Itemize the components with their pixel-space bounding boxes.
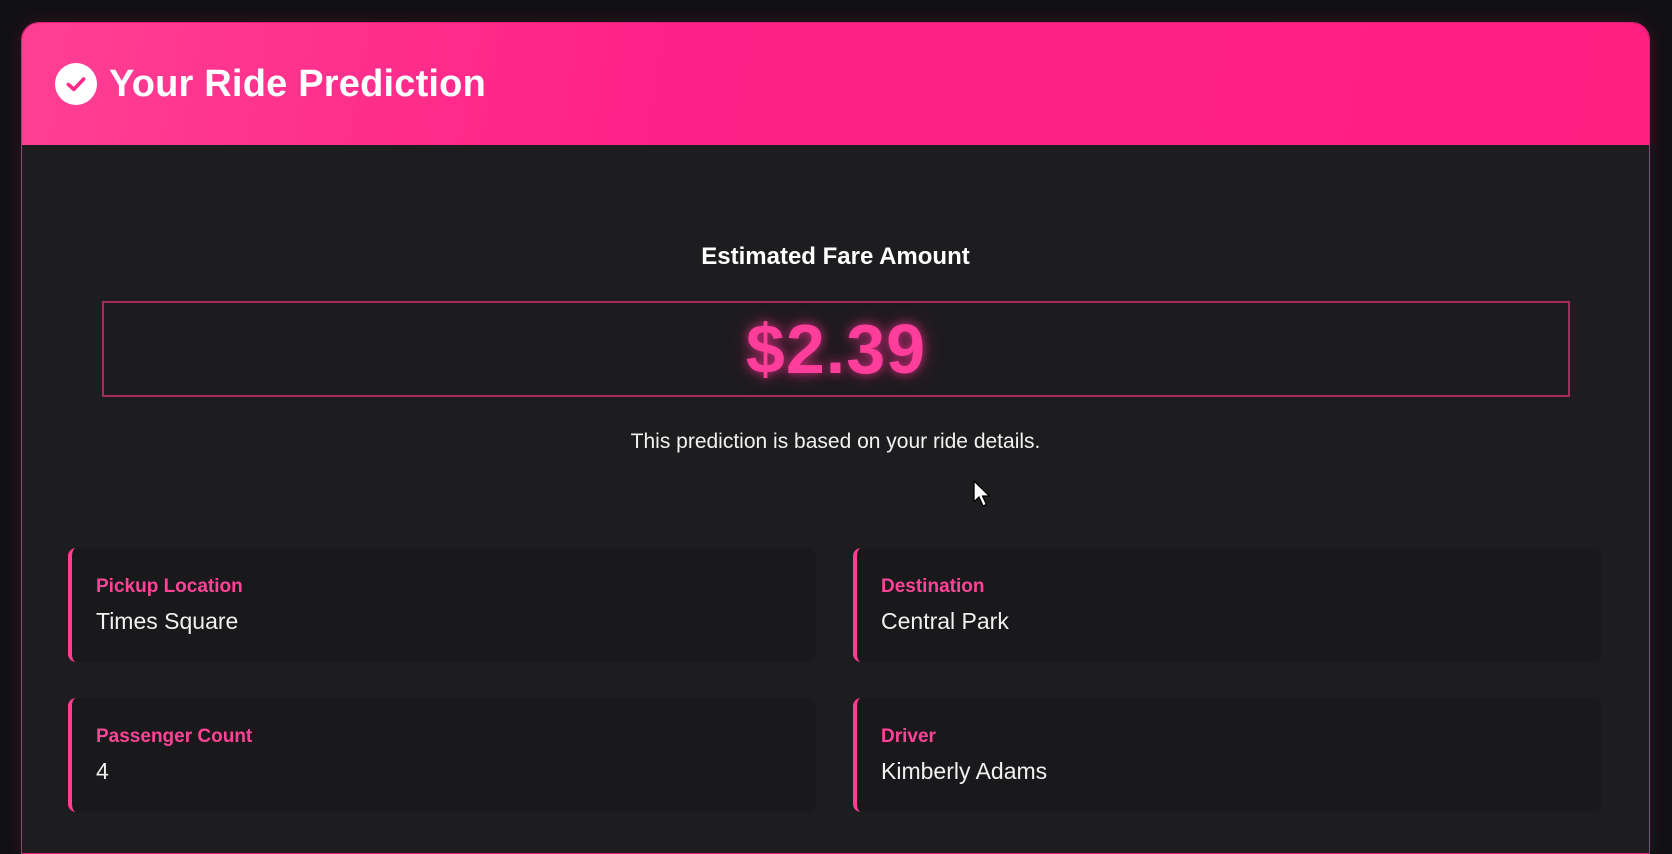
- detail-passenger-count: Passenger Count 4: [68, 698, 816, 812]
- detail-driver: Driver Kimberly Adams: [853, 698, 1601, 812]
- detail-destination: Destination Central Park: [853, 548, 1601, 662]
- page-title: Your Ride Prediction: [109, 62, 487, 105]
- detail-value: Kimberly Adams: [881, 758, 1048, 784]
- detail-pickup-location: Pickup Location Times Square: [68, 548, 816, 662]
- prediction-note: This prediction is based on your ride de…: [630, 430, 1041, 453]
- detail-label: Pickup Location: [96, 576, 243, 597]
- mouse-cursor-icon: [973, 480, 991, 507]
- ride-prediction-card: Your Ride Prediction Estimated Fare Amou…: [21, 22, 1650, 854]
- detail-label: Passenger Count: [96, 726, 253, 747]
- fare-label: Estimated Fare Amount: [701, 243, 970, 270]
- fare-amount: $2.39: [745, 310, 927, 388]
- card-header: Your Ride Prediction: [22, 23, 1649, 145]
- detail-label: Driver: [881, 726, 936, 747]
- detail-value: Times Square: [96, 608, 239, 634]
- detail-label: Destination: [881, 576, 985, 597]
- fare-amount-box: $2.39: [102, 301, 1570, 397]
- check-circle-icon: [55, 63, 97, 105]
- detail-value: 4: [96, 758, 109, 784]
- detail-value: Central Park: [881, 608, 1009, 634]
